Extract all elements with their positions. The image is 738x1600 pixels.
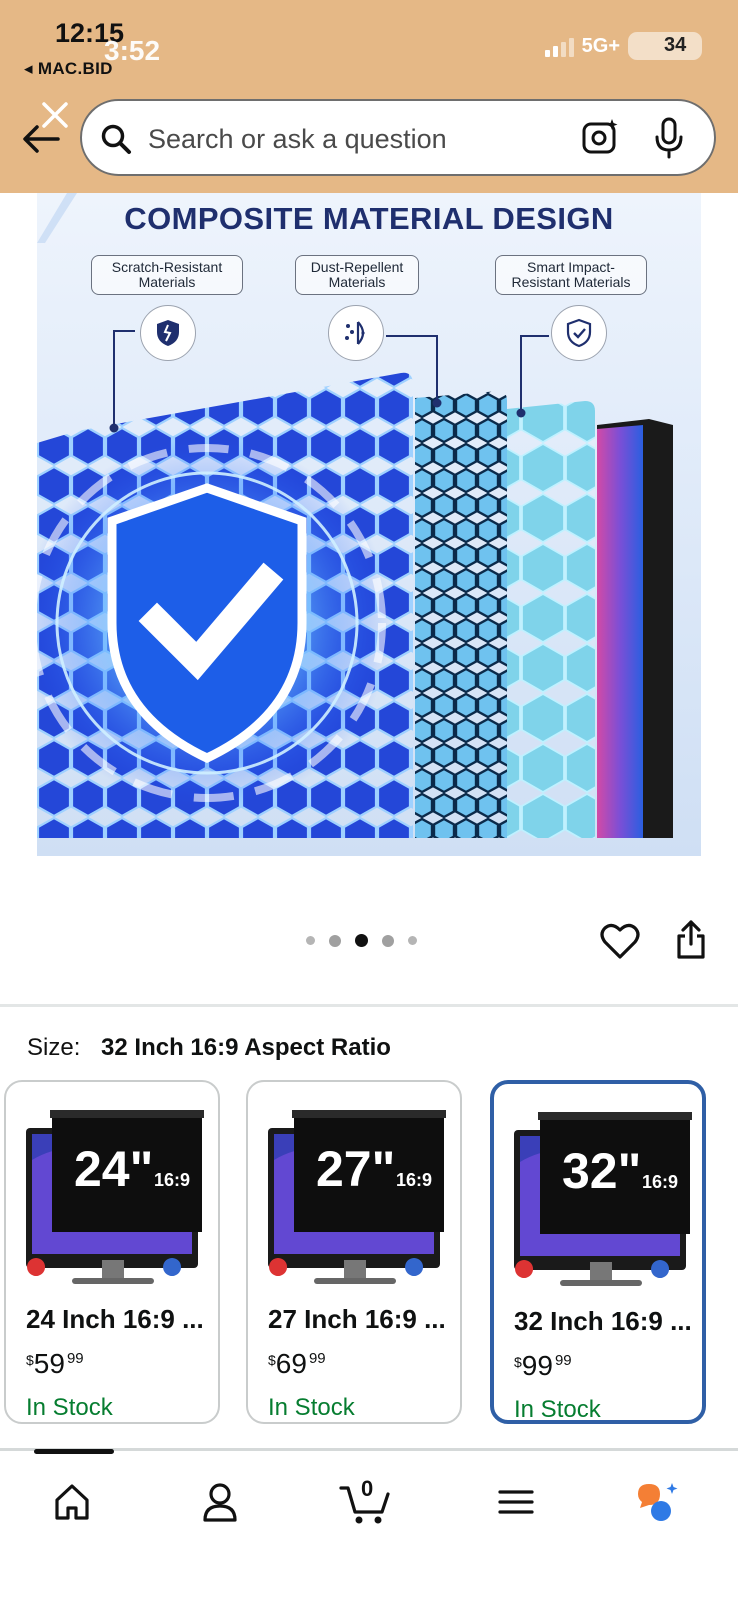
price-cents: 99 (308, 1350, 326, 1367)
product-thumbnail: 24" 16:9 (26, 1110, 204, 1284)
dust-particles-icon (328, 305, 384, 361)
thumbnail-ratio-badge: 16:9 (154, 1170, 190, 1190)
price-currency: $ (26, 1352, 34, 1368)
option-name: 24 Inch 16:9 ... (26, 1304, 204, 1334)
search-icon (101, 124, 131, 154)
battery-icon: 34 (628, 32, 702, 60)
option-name: 27 Inch 16:9 ... (268, 1304, 446, 1334)
back-arrow-icon[interactable] (20, 122, 62, 156)
back-app-label: MAC.BID (37, 59, 113, 78)
size-selector-header: Size: 32 Inch 16:9 Aspect Ratio (27, 1034, 391, 1062)
check-shield-icon (551, 305, 607, 361)
carousel-dot-active[interactable] (355, 934, 368, 947)
price-whole: 69 (275, 1348, 307, 1379)
feature-label-dust: Dust-Repellent Materials (295, 255, 419, 295)
camera-lens-icon[interactable] (580, 117, 620, 157)
option-price: $99 99 (514, 1350, 572, 1382)
size-label: Size: (27, 1034, 81, 1061)
search-bar[interactable]: Search or ask a question (80, 99, 716, 176)
home-icon[interactable] (52, 1478, 92, 1526)
thumbnail-size-badge: 27" (316, 1141, 395, 1197)
image-carousel-dots (306, 934, 417, 947)
product-thumbnail: 27" 16:9 (268, 1110, 446, 1284)
product-image[interactable]: COMPOSITE MATERIAL DESIGN Scratch-Resist… (37, 193, 701, 856)
thumbnail-size-badge: 32" (562, 1143, 641, 1199)
carousel-dot[interactable] (306, 936, 315, 945)
size-option-32-selected[interactable]: 32" 16:9 32 Inch 16:9 ... $99 99 In Stock (490, 1080, 706, 1424)
carousel-dot[interactable] (329, 934, 341, 947)
active-tab-indicator (34, 1449, 114, 1454)
stock-status: In Stock (26, 1394, 113, 1421)
network-type: 5G+ (581, 34, 620, 57)
shattered-shield-icon (140, 305, 196, 361)
stock-status: In Stock (514, 1396, 601, 1423)
feature-label-impact: Smart Impact-Resistant Materials (495, 255, 647, 295)
option-price: $69 99 (268, 1348, 326, 1380)
account-icon[interactable] (200, 1478, 240, 1526)
carousel-dot[interactable] (408, 936, 417, 945)
search-input[interactable]: Search or ask a question (148, 124, 447, 155)
thumbnail-size-badge: 24" (74, 1141, 153, 1197)
battery-level: 34 (664, 34, 687, 56)
thumbnail-ratio-badge: 16:9 (642, 1172, 678, 1192)
thumbnail-ratio-badge: 16:9 (396, 1170, 432, 1190)
section-divider (0, 1004, 738, 1007)
price-cents: 99 (554, 1352, 572, 1369)
top-header: 12:15 3:52 ◂ MAC.BID 5G+ 34 Search or as… (0, 0, 738, 193)
cart-button[interactable]: 0 (338, 1476, 394, 1526)
menu-icon[interactable] (496, 1478, 536, 1526)
microphone-icon[interactable] (654, 117, 684, 159)
product-thumbnail: 32" 16:9 (514, 1112, 692, 1286)
carousel-dot[interactable] (382, 934, 394, 947)
price-cents: 99 (66, 1350, 84, 1367)
price-currency: $ (268, 1352, 276, 1368)
status-indicators: 5G+ 34 (544, 32, 702, 60)
feature-label-scratch: Scratch-Resistant Materials (91, 255, 243, 295)
back-to-app-link[interactable]: ◂ MAC.BID (24, 59, 113, 79)
size-option-27[interactable]: 27" 16:9 27 Inch 16:9 ... $69 99 In Stock (246, 1080, 462, 1424)
option-name: 32 Inch 16:9 ... (514, 1306, 692, 1336)
price-whole: 99 (521, 1350, 553, 1381)
option-price: $59 99 (26, 1348, 84, 1380)
price-whole: 59 (33, 1348, 65, 1379)
size-option-24[interactable]: 24" 16:9 24 Inch 16:9 ... $59 99 In Stock (4, 1080, 220, 1424)
size-selected-value: 32 Inch 16:9 Aspect Ratio (101, 1034, 391, 1061)
price-currency: $ (514, 1354, 522, 1370)
share-icon[interactable] (675, 918, 707, 960)
cart-count: 0 (361, 1476, 374, 1501)
image-title: COMPOSITE MATERIAL DESIGN (124, 201, 614, 236)
stock-status: In Stock (268, 1394, 355, 1421)
heart-icon[interactable] (600, 922, 640, 960)
signal-icon (544, 35, 574, 57)
rufus-icon[interactable] (632, 1478, 680, 1526)
